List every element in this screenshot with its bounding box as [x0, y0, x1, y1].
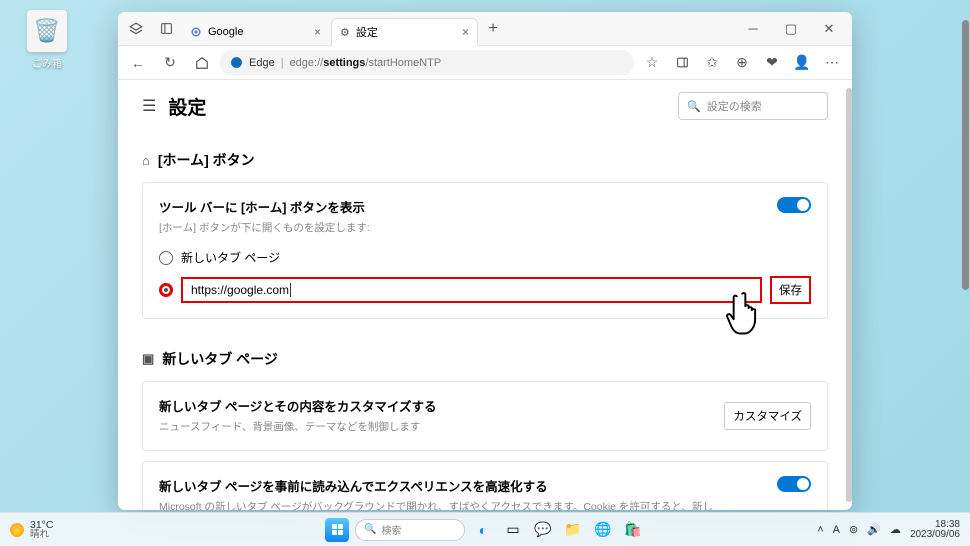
- clock[interactable]: 18:38 2023/09/06: [910, 520, 960, 540]
- recycle-bin-label: ごみ箱: [22, 55, 72, 70]
- gear-icon: ⚙: [340, 26, 350, 39]
- radio-url[interactable]: [159, 283, 173, 297]
- weather-cond: 晴れ: [30, 530, 53, 540]
- address-url: edge://settings/startHomeNTP: [290, 57, 442, 69]
- toolbar: ← ↻ Edge | edge://settings/startHomeNTP …: [118, 46, 852, 80]
- vertical-tabs-icon[interactable]: [152, 15, 180, 43]
- volume-icon[interactable]: 🔊: [867, 523, 881, 536]
- page-title: 設定: [168, 93, 206, 120]
- recycle-bin-icon: 🗑️: [27, 10, 67, 52]
- profile-icon[interactable]: 👤: [788, 49, 816, 77]
- new-tab-button[interactable]: +: [480, 20, 506, 38]
- store-icon[interactable]: 🛍️: [621, 518, 645, 542]
- search-icon: 🔍: [687, 100, 701, 113]
- content-scrollbar[interactable]: [846, 88, 852, 502]
- radio-newtab-row[interactable]: 新しいタブ ページ: [159, 249, 811, 266]
- back-button[interactable]: ←: [124, 49, 152, 77]
- close-window-button[interactable]: ✕: [810, 15, 848, 43]
- customize-label: 新しいタブ ページとその内容をカスタマイズする: [159, 396, 436, 415]
- home-button-section: ⌂ [ホーム] ボタン ツール バーに [ホーム] ボタンを表示 [ホーム] ボ…: [142, 150, 828, 319]
- customize-desc: ニュースフィード、背景画像、テーマなどを制御します: [159, 420, 436, 436]
- search-placeholder: 設定の検索: [707, 98, 762, 114]
- edge-taskbar-icon[interactable]: 🌐: [591, 518, 615, 542]
- explorer-icon[interactable]: 📁: [561, 518, 585, 542]
- cloud-icon[interactable]: ☁: [890, 523, 901, 536]
- more-icon[interactable]: ⋯: [818, 49, 846, 77]
- menu-icon[interactable]: ☰: [142, 96, 156, 116]
- newtab-icon: ▣: [142, 351, 154, 367]
- tab-label: 設定: [356, 24, 378, 40]
- taskbar: 31°C 晴れ 🔍 検索 ◐ ▭ 💬 📁 🌐 🛍️ ˄ A ⊚ 🔊 ☁ 18:3…: [0, 512, 970, 546]
- taskbar-search-placeholder: 検索: [381, 522, 401, 537]
- ime-indicator[interactable]: A: [833, 524, 840, 536]
- page-scrollbar[interactable]: [962, 20, 969, 290]
- maximize-button[interactable]: ▢: [772, 15, 810, 43]
- refresh-button[interactable]: ↻: [156, 49, 184, 77]
- save-button[interactable]: 保存: [770, 276, 811, 304]
- tab-settings[interactable]: ⚙ 設定 ×: [331, 18, 478, 46]
- radio-newtab[interactable]: [159, 251, 173, 265]
- customize-button[interactable]: カスタマイズ: [724, 402, 811, 430]
- settings-search-input[interactable]: 🔍 設定の検索: [678, 92, 828, 120]
- home-url-input[interactable]: https://google.com: [181, 277, 762, 303]
- favorites-icon[interactable]: ✩: [698, 49, 726, 77]
- sun-icon: [10, 523, 24, 537]
- taskbar-search-input[interactable]: 🔍 検索: [355, 519, 465, 541]
- tab-bar: Google × ⚙ 設定 × + ─ ▢ ✕: [118, 12, 852, 46]
- home-url-value: https://google.com: [191, 283, 289, 297]
- favorite-icon[interactable]: ☆: [638, 49, 666, 77]
- tab-google[interactable]: Google ×: [182, 18, 329, 46]
- address-provider: Edge: [249, 57, 275, 69]
- chevron-up-icon[interactable]: ˄: [817, 524, 823, 536]
- preload-toggle[interactable]: [777, 476, 811, 492]
- show-home-sub: [ホーム] ボタンが下に開くものを設定します:: [159, 220, 370, 235]
- sidebar-icon[interactable]: [668, 49, 696, 77]
- show-home-toggle[interactable]: [777, 197, 811, 213]
- close-icon[interactable]: ×: [462, 25, 469, 39]
- recycle-bin[interactable]: 🗑️ ごみ箱: [22, 10, 72, 70]
- section-title: [ホーム] ボタン: [158, 150, 255, 170]
- address-bar[interactable]: Edge | edge://settings/startHomeNTP: [220, 50, 634, 76]
- heart-icon[interactable]: ❤: [758, 49, 786, 77]
- show-home-toggle-label: ツール バーに [ホーム] ボタンを表示: [159, 197, 370, 216]
- radio-newtab-label: 新しいタブ ページ: [181, 249, 280, 266]
- section-title: 新しいタブ ページ: [162, 349, 278, 369]
- edge-icon: [230, 56, 243, 69]
- chat-icon[interactable]: 💬: [531, 518, 555, 542]
- weather-widget[interactable]: 31°C 晴れ: [10, 520, 53, 540]
- search-icon: 🔍: [364, 524, 376, 535]
- tab-label: Google: [208, 26, 243, 38]
- time: 18:38: [935, 520, 960, 530]
- home-icon: ⌂: [142, 153, 150, 168]
- google-favicon-icon: [190, 26, 202, 38]
- home-button[interactable]: [188, 49, 216, 77]
- copilot-icon[interactable]: ◐: [471, 518, 495, 542]
- settings-content: ☰ 設定 🔍 設定の検索 ⌂ [ホーム] ボタン ツール バーに [ホーム] ボ…: [118, 80, 852, 510]
- date: 2023/09/06: [910, 530, 960, 540]
- minimize-button[interactable]: ─: [734, 15, 772, 43]
- new-tab-section: ▣ 新しいタブ ページ 新しいタブ ページとその内容をカスタマイズする ニュース…: [142, 349, 828, 510]
- collections-icon[interactable]: ⊕: [728, 49, 756, 77]
- start-button[interactable]: [325, 518, 349, 542]
- wifi-icon[interactable]: ⊚: [849, 523, 858, 536]
- preload-desc: Microsoft の新しいタブ ページがバックグラウンドで開かれ、すばやくアク…: [159, 500, 719, 510]
- workspaces-icon[interactable]: [122, 15, 150, 43]
- browser-window: Google × ⚙ 設定 × + ─ ▢ ✕ ← ↻ Edge | edge:…: [118, 12, 852, 510]
- close-icon[interactable]: ×: [314, 25, 321, 39]
- task-view-icon[interactable]: ▭: [501, 518, 525, 542]
- preload-label: 新しいタブ ページを事前に読み込んでエクスペリエンスを高速化する: [159, 476, 719, 495]
